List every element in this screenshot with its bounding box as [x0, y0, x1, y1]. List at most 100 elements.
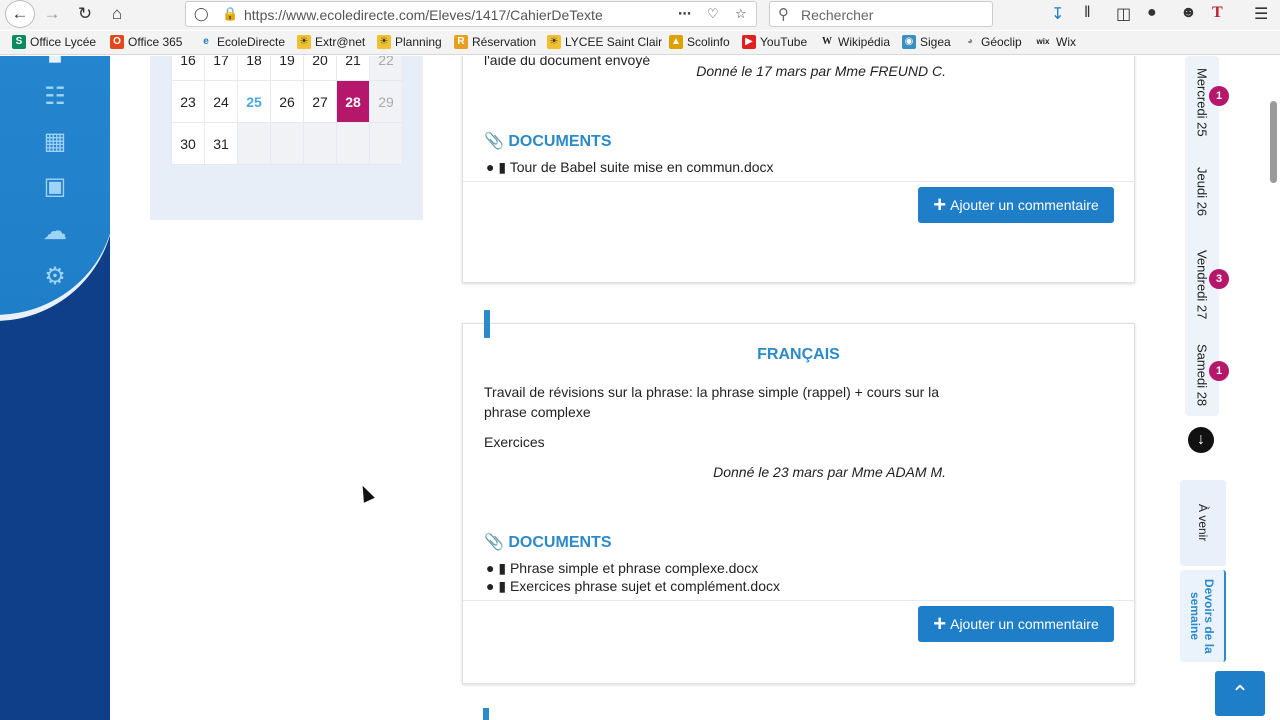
scolinfo-icon: ▲	[669, 35, 683, 49]
document-link[interactable]: ● ▮ Exercices phrase sujet et complément…	[486, 578, 780, 595]
bookmark-office-lycee[interactable]: S Office Lycée	[12, 35, 96, 49]
bookmark-youtube[interactable]: ▶ YouTube	[742, 35, 807, 49]
bookmark-planning[interactable]: ☀ Planning	[377, 35, 442, 49]
home-nav-icon[interactable]: ■	[38, 56, 72, 74]
forward-icon[interactable]: →	[38, 1, 66, 27]
card-accent	[484, 310, 490, 338]
t-extension-icon[interactable]: T	[1212, 4, 1223, 22]
address-bar[interactable]: ◯ 🔒 https://www.ecoledirecte.com/Eleves/…	[185, 1, 757, 27]
youtube-icon: ▶	[742, 35, 756, 49]
add-comment-button[interactable]: + Ajouter un commentaire	[918, 606, 1114, 642]
arrow-down-circle-icon[interactable]: ↓	[1188, 427, 1214, 453]
file-icon: ▮	[498, 560, 507, 576]
grid-apps-icon[interactable]: ☷	[38, 79, 72, 113]
browser-toolbar: ← → ↻ ⌂ ◯ 🔒 https://www.ecoledirecte.com…	[0, 0, 1280, 30]
search-bar[interactable]: ⚲ Rechercher	[769, 1, 993, 27]
more-actions-icon[interactable]: ⋯	[678, 6, 691, 22]
scroll-to-top-button[interactable]: ⌃	[1215, 671, 1265, 716]
subject-title: FRANÇAIS	[757, 346, 840, 363]
calendar-day[interactable]: 18	[237, 56, 271, 81]
back-icon[interactable]: ←	[5, 0, 35, 28]
extension-icon[interactable]: ●	[1147, 4, 1157, 22]
calendar-empty-cell	[369, 122, 403, 165]
tab-week-homework[interactable]: Devoirs de la semaine	[1180, 570, 1226, 662]
folder-icon[interactable]: ▣	[38, 169, 72, 203]
bookmark-office-365[interactable]: O Office 365	[110, 35, 182, 49]
office-icon: O	[110, 35, 124, 49]
calendar-day[interactable]: 17	[204, 56, 238, 81]
search-input[interactable]: Rechercher	[801, 7, 873, 23]
contacts-icon[interactable]: ▦	[38, 124, 72, 158]
file-icon: ▮	[498, 578, 507, 594]
calendar-day[interactable]: 31	[204, 122, 238, 165]
menu-icon[interactable]: ☰	[1254, 4, 1268, 24]
calendar-day[interactable]: 21	[336, 56, 370, 81]
calendar-day[interactable]: 20	[303, 56, 337, 81]
lycee-icon: ☀	[547, 35, 561, 49]
calendar-empty-cell	[336, 122, 370, 165]
bookmark-sigea[interactable]: ◉ Sigea	[902, 35, 951, 49]
download-icon[interactable]: ↧	[1051, 4, 1064, 24]
calendar-day[interactable]: 24	[204, 80, 238, 123]
users-icon[interactable]: ⚙	[38, 259, 72, 293]
document-link[interactable]: ● ▮ Tour de Babel suite mise en commun.d…	[486, 159, 774, 176]
calendar-day[interactable]: 27	[303, 80, 337, 123]
count-badge: 3	[1209, 269, 1229, 289]
bookmark-star-icon[interactable]: ☆	[735, 6, 747, 22]
lock-icon[interactable]: 🔒	[222, 6, 238, 22]
homework-card: l'aide du document envoyé Donné le 17 ma…	[462, 56, 1135, 283]
bookmark-wix[interactable]: wix Wix	[1034, 35, 1076, 49]
pocket-icon[interactable]: ♡	[707, 6, 719, 22]
calendar-day[interactable]: 16	[171, 56, 205, 81]
day-tab-jeudi[interactable]: Jeudi 26	[1185, 148, 1219, 236]
given-by-text: Donné le 23 mars par Mme ADAM M.	[713, 464, 946, 480]
home-icon[interactable]: ⌂	[103, 1, 131, 27]
url-text[interactable]: https://www.ecoledirecte.com/Eleves/1417…	[244, 7, 603, 23]
library-icon[interactable]: ‖	[1084, 4, 1091, 22]
bookmark-reservation[interactable]: R Réservation	[454, 35, 536, 49]
bookmark-geoclip[interactable]: ◕ Géoclip	[963, 35, 1022, 49]
divider	[463, 181, 1134, 182]
calendar: 16 17 18 19 20 21 22 23 24 25 26 27 28 2…	[171, 56, 403, 165]
bookmark-extranet[interactable]: ☀ Extr@net	[297, 35, 365, 49]
bookmarks-bar: S Office Lycée O Office 365 e EcoleDirecte …	[0, 31, 1280, 55]
reservation-icon: R	[454, 35, 468, 49]
count-badge: 1	[1209, 361, 1229, 381]
calendar-day[interactable]: 29	[369, 80, 403, 123]
calendar-day[interactable]: 30	[171, 122, 205, 165]
account-icon[interactable]: ☻	[1180, 4, 1197, 22]
calendar-day-selected[interactable]: 28	[336, 80, 370, 123]
homework-card-francais: FRANÇAIS Travail de révisions sur la phr…	[462, 310, 1135, 684]
bookmark-lycee-saint-clair[interactable]: ☀ LYCEE Saint Clair	[547, 35, 662, 49]
scrollbar[interactable]	[1270, 101, 1277, 183]
bookmark-ecoledirecte[interactable]: e EcoleDirecte	[199, 35, 285, 49]
calendar-day[interactable]: 22	[369, 56, 403, 81]
chevron-up-icon: ⌃	[1230, 680, 1250, 706]
calendar-day-today[interactable]: 25	[237, 80, 271, 123]
reload-icon[interactable]: ↻	[71, 1, 99, 27]
card-accent	[483, 708, 489, 720]
plus-icon: +	[933, 192, 947, 217]
sharepoint-icon: S	[12, 35, 26, 49]
shield-icon[interactable]: ◯	[194, 6, 209, 22]
document-link[interactable]: ● ▮ Phrase simple et phrase complexe.doc…	[486, 560, 758, 577]
calendar-empty-cell	[237, 122, 271, 165]
calendar-day[interactable]: 23	[171, 80, 205, 123]
calendar-day[interactable]: 26	[270, 80, 304, 123]
wikipedia-icon: W	[822, 36, 832, 47]
tab-upcoming[interactable]: À venir	[1180, 480, 1226, 566]
homework-text: Travail de révisions sur la phrase: la p…	[484, 384, 940, 400]
sidebar-icon[interactable]: ◫	[1116, 4, 1131, 24]
documents-heading: 📎 DOCUMENTS	[484, 133, 612, 150]
bookmark-wikipedia[interactable]: W Wikipédia	[820, 35, 890, 49]
divider	[463, 600, 1134, 601]
calendar-day[interactable]: 19	[270, 56, 304, 81]
bookmark-scolinfo[interactable]: ▲ Scolinfo	[669, 35, 730, 49]
geoclip-icon: ◕	[966, 36, 974, 47]
homework-text: phrase complexe	[484, 404, 591, 420]
add-comment-button[interactable]: + Ajouter un commentaire	[918, 187, 1114, 223]
paperclip-icon: 📎	[484, 133, 504, 150]
documents-heading: 📎 DOCUMENTS	[484, 534, 612, 551]
calendar-empty-cell	[270, 122, 304, 165]
cloud-icon[interactable]: ☁	[38, 214, 72, 248]
